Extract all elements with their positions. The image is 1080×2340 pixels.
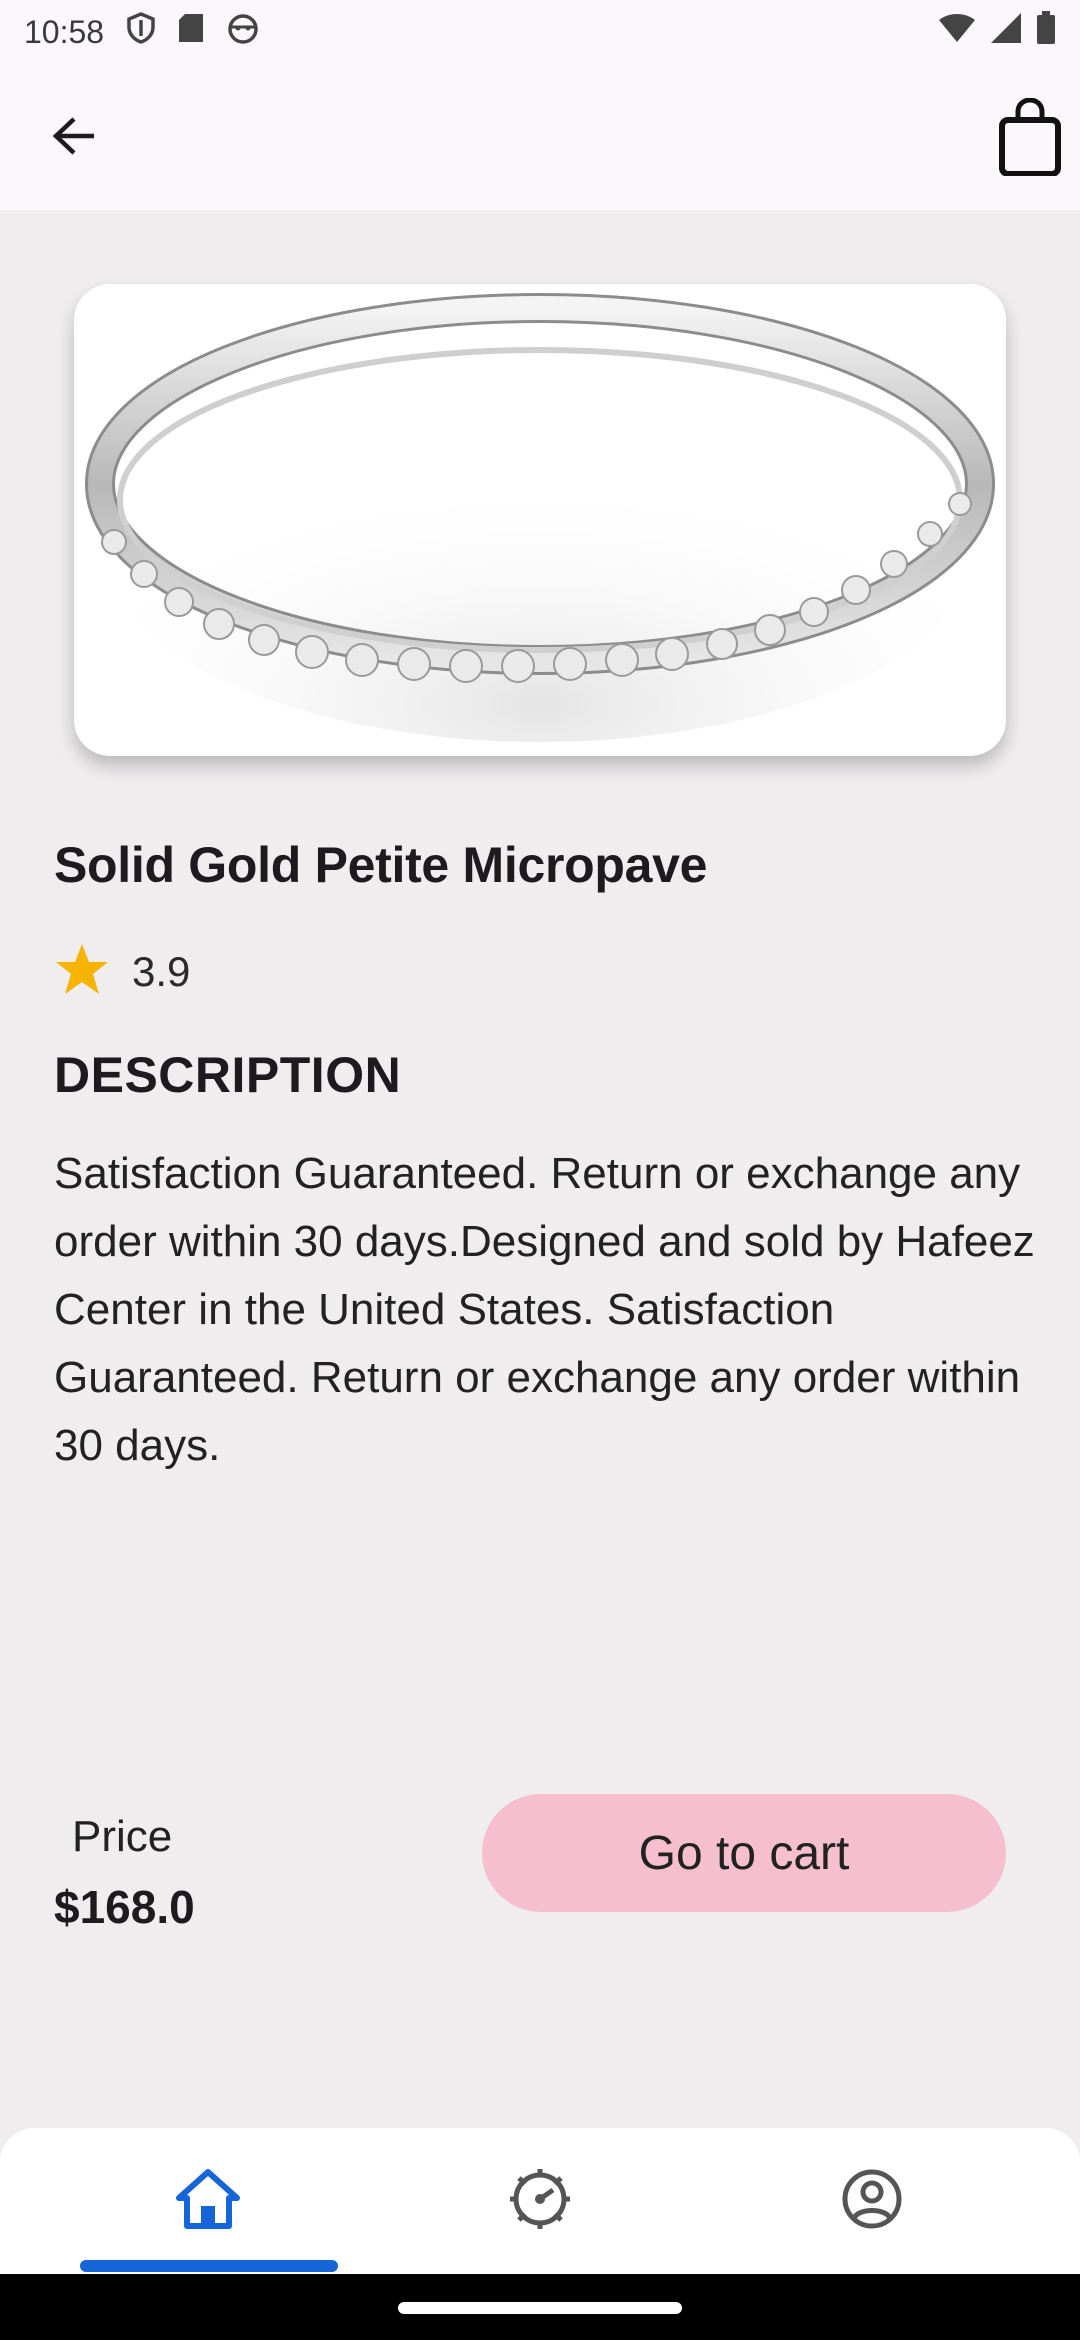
arrow-back-icon: [52, 116, 96, 161]
dashboard-icon: [507, 2166, 573, 2237]
shopping-bag-icon: [998, 96, 1062, 181]
android-icon: [226, 12, 260, 52]
status-time: 10:58: [24, 13, 105, 50]
nav-item-home[interactable]: [28, 2128, 388, 2274]
bottom-navigation: [0, 2128, 1080, 2274]
go-to-cart-button[interactable]: Go to cart: [482, 1794, 1006, 1912]
back-button[interactable]: [40, 104, 108, 172]
product-image: [85, 293, 995, 742]
home-icon: [175, 2168, 241, 2235]
product-title: Solid Gold Petite Micropave: [54, 837, 708, 893]
product-rating: 3.9: [54, 942, 190, 1001]
gesture-handle[interactable]: [398, 2302, 682, 2314]
wifi-icon: [938, 13, 976, 51]
price-label: Price: [72, 1812, 173, 1861]
app-bar: [0, 64, 1080, 210]
nav-item-dashboard[interactable]: [360, 2128, 720, 2274]
description-text: Satisfaction Guaranteed. Return or excha…: [54, 1149, 1035, 1470]
cart-button[interactable]: [990, 94, 1070, 184]
shield-icon: [126, 12, 156, 52]
active-tab-indicator: [80, 2260, 338, 2272]
star-icon: [54, 942, 110, 1001]
status-bar: 10:58: [0, 0, 1080, 64]
battery-icon: [1036, 11, 1056, 53]
account-icon: [841, 2168, 903, 2235]
product-image-card: [74, 284, 1006, 756]
sd-card-icon: [178, 13, 204, 51]
nav-item-account[interactable]: [692, 2128, 1052, 2274]
rating-value: 3.9: [132, 947, 191, 995]
signal-icon: [990, 12, 1022, 52]
description-heading: DESCRIPTION: [54, 1047, 402, 1103]
price-value: $168.0: [54, 1881, 195, 1933]
